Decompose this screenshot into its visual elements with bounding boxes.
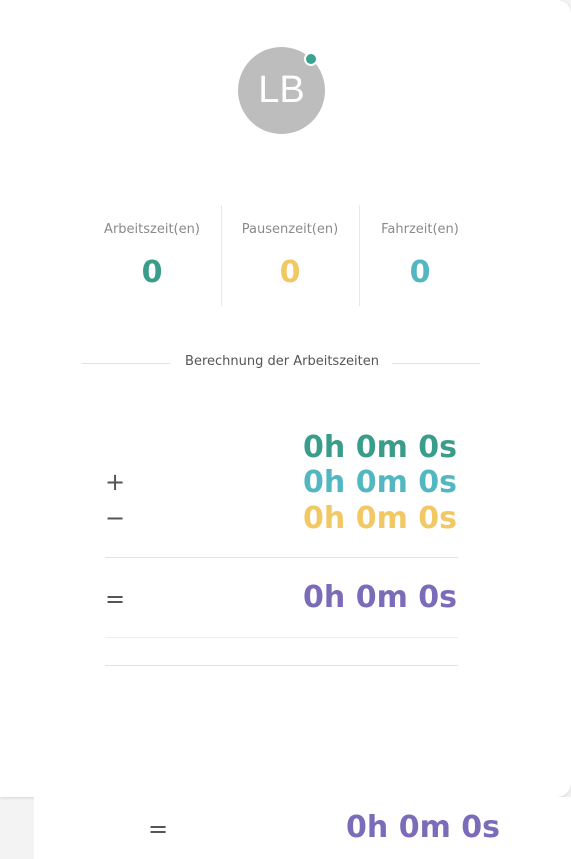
footer-equals-operator: =	[148, 815, 169, 843]
stat-divider	[221, 205, 222, 306]
stat-work-label: Arbeitszeit(en)	[104, 222, 200, 237]
stat-work-times: Arbeitszeit(en) 0	[92, 205, 212, 306]
section-divider-left	[82, 363, 170, 364]
travel-time-total: 0h 0m 0s	[303, 465, 457, 500]
stat-travel-value: 0	[409, 255, 431, 290]
footer-result-total: 0h 0m 0s	[346, 810, 500, 845]
section-title: Berechnung der Arbeitszeiten	[185, 354, 379, 369]
online-status-icon	[304, 52, 318, 66]
stat-travel-label: Fahrzeit(en)	[381, 222, 459, 237]
stat-work-value: 0	[141, 255, 163, 290]
work-time-total: 0h 0m 0s	[303, 430, 457, 465]
result-divider	[105, 637, 458, 638]
stat-break-label: Pausenzeit(en)	[241, 222, 339, 237]
stat-travel-times: Fahrzeit(en) 0	[360, 205, 480, 306]
minus-operator: −	[105, 504, 126, 532]
equals-operator: =	[105, 585, 126, 613]
sum-divider	[105, 557, 458, 558]
result-time-total: 0h 0m 0s	[303, 580, 457, 615]
time-summary-card: LB Arbeitszeit(en) 0 Pausenzeit(en) 0 Fa…	[0, 0, 571, 797]
section-divider-right	[392, 363, 480, 364]
plus-operator: +	[105, 468, 126, 496]
bottom-divider	[105, 665, 458, 666]
stat-break-times: Pausenzeit(en) 0	[230, 205, 350, 306]
break-time-total: 0h 0m 0s	[303, 501, 457, 536]
stat-break-value: 0	[279, 255, 301, 290]
